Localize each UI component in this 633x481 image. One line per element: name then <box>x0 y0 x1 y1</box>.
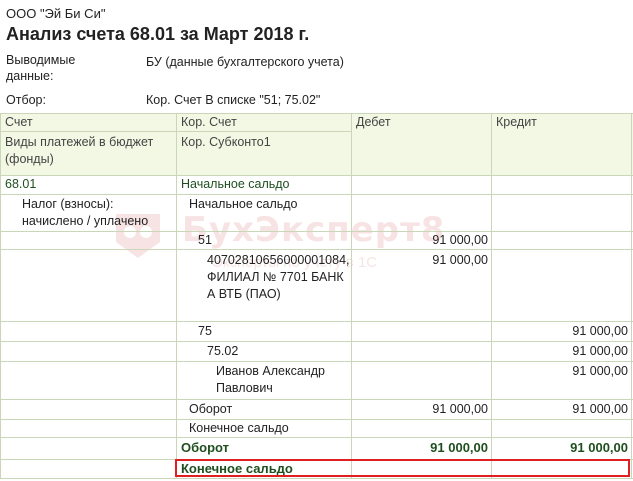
table-row-label: Начальное сальдо <box>189 197 298 211</box>
table-row-counterparty: Иванов Александр Павлович <box>216 364 325 395</box>
output-label: Выводимые данные: <box>6 53 76 83</box>
table-row-label: Оборот <box>189 402 233 416</box>
table-row-account: 68.01 <box>5 177 37 191</box>
filter-value: Кор. Счет В списке "51; 75.02" <box>146 93 321 107</box>
total-debit: 91 000,00 <box>430 440 488 455</box>
header-payment-types: Виды платежей в бюджет (фонды) <box>5 135 154 166</box>
organization-name: ООО "Эй Би Си" <box>6 6 106 21</box>
table-row-corr-subaccount: 75.02 <box>207 344 239 358</box>
table-row-credit: 91 000,00 <box>572 402 628 416</box>
table-row-credit: 91 000,00 <box>572 364 628 378</box>
highlight-box <box>175 459 630 477</box>
table-row-corr-account: 75 <box>198 324 212 338</box>
table-row-debit: 91 000,00 <box>432 233 488 247</box>
table-row-tax-type: Налог (взносы): начислено / уплачено <box>22 197 149 228</box>
report-title: Анализ счета 68.01 за Март 2018 г. <box>6 24 310 44</box>
header-credit: Кредит <box>496 115 537 129</box>
filter-label: Отбор: <box>6 93 46 107</box>
header-debit: Дебет <box>356 115 391 129</box>
header-corr-account: Кор. Счет <box>181 115 237 129</box>
table-row-corr-account: 51 <box>198 233 212 247</box>
total-turnover-label: Оборот <box>181 440 230 455</box>
table-row-credit: 91 000,00 <box>572 324 628 338</box>
table-row-credit: 91 000,00 <box>572 344 628 358</box>
header-corr-subconto: Кор. Субконто1 <box>181 135 271 149</box>
table-row-bank-account: 40702810656000001084, ФИЛИАЛ № 7701 БАНК… <box>207 253 350 301</box>
table-row-debit: 91 000,00 <box>432 402 488 416</box>
table-row-label: Начальное сальдо <box>181 177 290 191</box>
output-value: БУ (данные бухгалтерского учета) <box>146 55 344 69</box>
total-credit: 91 000,00 <box>570 440 628 455</box>
table-row-debit: 91 000,00 <box>432 253 488 267</box>
header-account: Счет <box>5 115 33 129</box>
table-row-label: Конечное сальдо <box>189 421 289 435</box>
